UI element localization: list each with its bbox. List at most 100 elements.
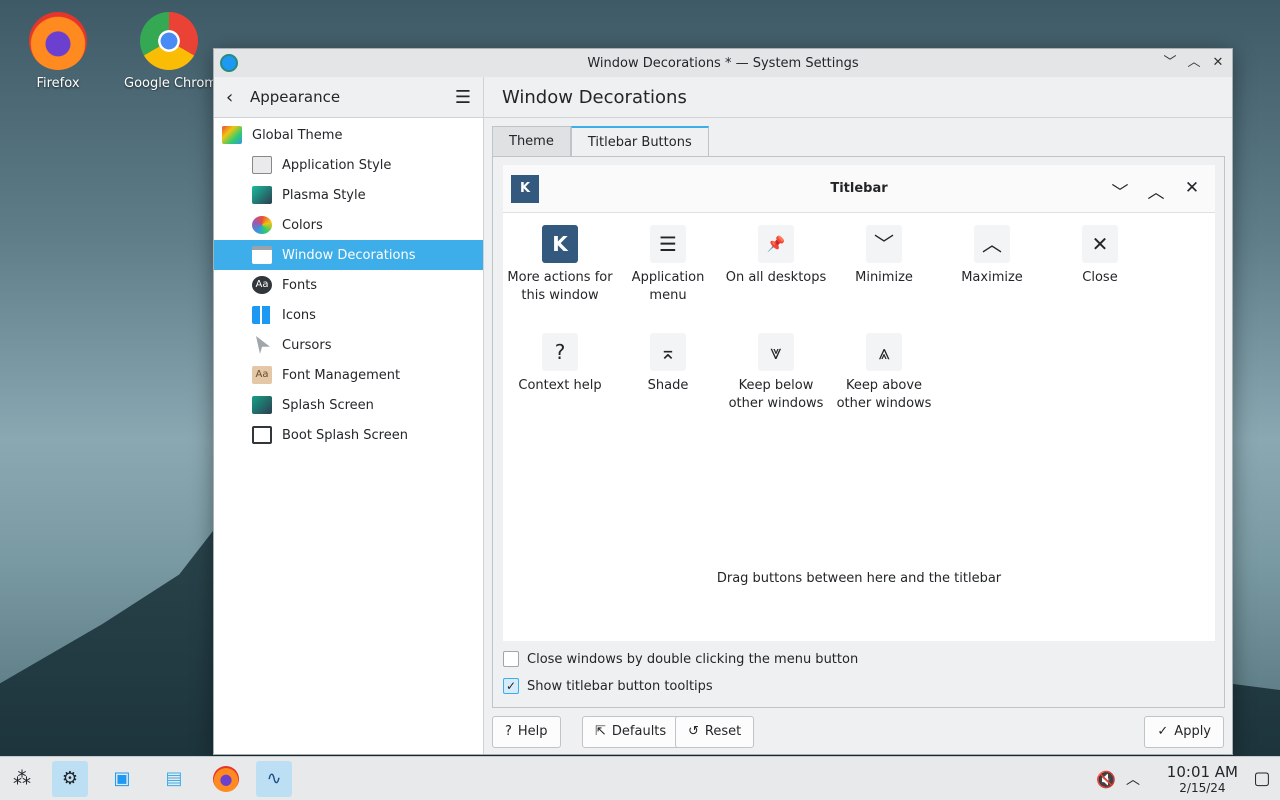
defaults-icon: ⇱ [595,724,606,739]
show-desktop-icon[interactable]: ▢ [1250,761,1274,797]
sidebar-item-label: Application Style [282,157,392,173]
sidebar-item-fonts[interactable]: Aa Fonts [214,270,483,300]
sidebar-item-application-style[interactable]: Application Style [214,150,483,180]
reset-button-label: Reset [704,724,742,739]
sidebar-item-icons[interactable]: Icons [214,300,483,330]
available-button-minimize[interactable]: ﹀ Minimize [830,225,938,287]
available-button-keep-below[interactable]: ⩔ Keep below other windows [722,333,830,413]
firefox-task-icon[interactable] [208,761,244,797]
pin-icon: 📌 [758,225,794,263]
dialog-footer: ? Help ⇱ Defaults ↺ Reset ✓ Apply [492,716,1224,748]
tab-titlebar-buttons[interactable]: Titlebar Buttons [570,126,709,157]
show-tooltips-checkbox[interactable]: ✓ [503,678,519,694]
sidebar-item-label: Window Decorations [282,247,416,263]
defaults-button-label: Defaults [611,724,667,739]
clock-time: 10:01 AM [1166,763,1238,781]
sidebar-item-label: Splash Screen [282,397,374,413]
available-button-shade[interactable]: ⌅ Shade [614,333,722,395]
sidebar-item-boot-splash-screen[interactable]: Boot Splash Screen [214,420,483,450]
colors-icon [252,216,272,234]
available-button-application-menu[interactable]: ☰ Application menu [614,225,722,305]
sidebar-item-label: Fonts [282,277,318,293]
help-icon: ? [505,724,512,739]
back-arrow-icon[interactable]: ‹ [226,87,248,108]
desktop-icon-chrome[interactable]: Google Chrom [124,12,214,91]
sidebar-list: Global Theme Application Style Plasma St… [214,118,483,450]
font-management-icon: Aa [252,366,272,384]
sidebar-item-label: Icons [282,307,316,323]
double-click-close-option[interactable]: Close windows by double clicking the men… [503,651,858,667]
available-button-keep-above[interactable]: ⩓ Keep above other windows [830,333,938,413]
icons-icon [252,306,272,324]
system-settings-task-icon[interactable]: ⚙ [52,761,88,797]
boot-splash-screen-icon [252,426,272,444]
keep-above-icon: ⩓ [866,333,902,371]
plasma-style-icon [252,186,272,204]
preview-minimize-icon[interactable]: ﹀ [1111,178,1129,203]
sidebar-item-plasma-style[interactable]: Plasma Style [214,180,483,210]
tray-expand-icon[interactable]: ︿ [1126,769,1140,789]
system-monitor-icon[interactable]: ∿ [256,761,292,797]
clock-date: 2/15/24 [1179,781,1226,795]
help-button-label: Help [517,724,548,739]
available-button-close[interactable]: ✕ Close [1046,225,1154,287]
reset-button[interactable]: ↺ Reset [675,716,755,748]
drop-hint-text: Drag buttons between here and the titleb… [716,571,1002,586]
tab-theme[interactable]: Theme [492,126,571,157]
main-content: Window Decorations Theme Titlebar Button… [484,77,1232,754]
sidebar-item-font-management[interactable]: Aa Font Management [214,360,483,390]
taskbar: ⁂ ⚙ ▣ ▤ ∿ 🔇 ︿ 10:01 AM 2/15/24 ▢ [0,756,1280,800]
checkmark-icon: ✓ [1157,724,1169,739]
sidebar-item-label: Global Theme [252,127,343,143]
kde-menu-icon: K [542,225,578,263]
preview-title: Titlebar [830,181,888,196]
button-label: Application menu [631,270,705,303]
sidebar-item-label: Cursors [282,337,332,353]
preview-close-icon[interactable]: ✕ [1183,178,1201,203]
available-buttons-area[interactable]: K More actions for this window ☰ Applica… [503,213,1215,641]
apply-button[interactable]: ✓ Apply [1144,716,1224,748]
sidebar-item-label: Plasma Style [282,187,366,203]
sidebar-item-window-decorations[interactable]: Window Decorations [214,240,483,270]
window-maximize-button[interactable]: ︿ [1186,53,1202,73]
application-launcher-icon[interactable]: ⁂ [4,761,40,797]
firefox-icon [29,12,87,70]
defaults-button[interactable]: ⇱ Defaults [582,716,680,748]
help-button[interactable]: ? Help [492,716,561,748]
splash-screen-icon [252,396,272,414]
window-minimize-button[interactable]: ﹀ [1162,53,1178,73]
sidebar: ‹ Appearance ☰ Global Theme Application … [214,77,484,754]
window-titlebar[interactable]: Window Decorations * — System Settings ﹀… [214,49,1232,77]
titlebar-preview[interactable]: K Titlebar ﹀ ︿ ✕ [503,165,1215,213]
desktop-icon-label: Firefox [36,76,80,91]
button-label: Shade [647,378,689,393]
sidebar-item-cursors[interactable]: Cursors [214,330,483,360]
available-button-on-all-desktops[interactable]: 📌 On all desktops [722,225,830,287]
desktop-icon-firefox[interactable]: Firefox [8,12,108,91]
sidebar-item-colors[interactable]: Colors [214,210,483,240]
help-icon: ? [542,333,578,371]
sidebar-item-global-theme[interactable]: Global Theme [214,120,483,150]
button-label: Minimize [855,270,913,285]
file-manager-icon[interactable]: ▤ [156,761,192,797]
sidebar-title: Appearance [250,88,341,106]
checkbox-label: Show titlebar button tooltips [527,678,713,694]
keep-below-icon: ⩔ [758,333,794,371]
kde-menu-icon[interactable]: K [511,175,539,203]
sidebar-item-splash-screen[interactable]: Splash Screen [214,390,483,420]
window-close-button[interactable]: ✕ [1210,53,1226,73]
digital-clock[interactable]: 10:01 AM 2/15/24 [1167,763,1238,795]
hamburger-menu-icon[interactable]: ☰ [455,87,471,108]
button-label: Close [1082,270,1118,285]
available-button-more-actions[interactable]: K More actions for this window [506,225,614,305]
preview-maximize-icon[interactable]: ︿ [1147,178,1165,203]
sidebar-item-label: Colors [282,217,323,233]
discover-store-icon[interactable]: ▣ [104,761,140,797]
double-click-close-checkbox[interactable] [503,651,519,667]
show-tooltips-option[interactable]: ✓ Show titlebar button tooltips [503,678,713,694]
available-button-context-help[interactable]: ? Context help [506,333,614,395]
system-settings-icon[interactable] [220,54,238,72]
reset-icon: ↺ [688,724,699,739]
available-button-maximize[interactable]: ︿ Maximize [938,225,1046,287]
volume-muted-icon[interactable]: 🔇 [1096,770,1116,789]
